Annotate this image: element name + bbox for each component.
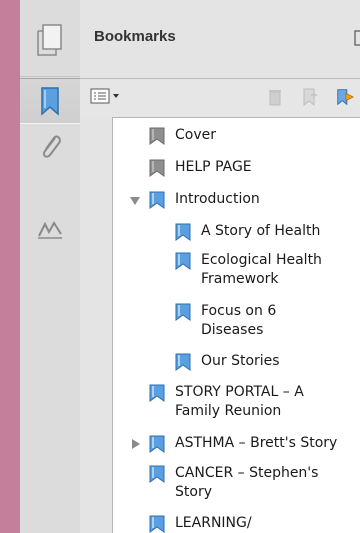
bookmark-item[interactable]: Ecological Health Framework — [174, 251, 356, 289]
bookmark-icon — [175, 353, 191, 371]
bookmark-item[interactable]: Focus on 6 Diseases — [174, 302, 314, 340]
panel-header: Bookmarks — [80, 0, 360, 79]
bookmark-page-icon — [149, 127, 165, 145]
bookmark-item[interactable]: ASTHMA – Brett's Story — [148, 434, 360, 454]
options-menu-icon[interactable] — [90, 87, 124, 105]
delete-icon[interactable] — [265, 86, 285, 108]
pdf-reader-window: Bookmarks Cover HELP PAGE Introduction A… — [20, 0, 360, 533]
bookmark-label: CANCER – Stephen's Story — [175, 465, 319, 500]
bookmark-label: Introduction — [175, 191, 260, 207]
collapse-triangle-icon[interactable] — [129, 195, 141, 207]
bookmark-page-icon — [149, 159, 165, 177]
bookmark-icon[interactable] — [20, 78, 80, 124]
panel-title: Bookmarks — [94, 28, 176, 45]
bookmark-label: Our Stories — [201, 353, 280, 369]
bookmark-label: Ecological Health Framework — [201, 252, 322, 287]
bookmark-icon — [175, 252, 191, 270]
bookmark-item[interactable]: Cover — [148, 126, 216, 146]
bookmark-icon — [175, 223, 191, 241]
expand-bookmark-icon[interactable] — [335, 86, 355, 108]
bookmark-label: HELP PAGE — [175, 159, 252, 175]
bookmark-item[interactable]: Introduction — [148, 190, 260, 210]
bookmark-item[interactable]: Our Stories — [174, 352, 280, 372]
bookmark-item[interactable]: STORY PORTAL – A Family Reunion — [148, 383, 353, 421]
bookmarks-toolbar — [80, 79, 360, 117]
bookmark-label: Cover — [175, 127, 216, 143]
bookmark-icon — [149, 465, 165, 483]
bookmarks-panel: Bookmarks Cover HELP PAGE Introduction A… — [80, 0, 360, 533]
bookmark-item[interactable]: A Story of Health — [174, 222, 354, 242]
signature-icon[interactable] — [30, 210, 70, 250]
bookmark-item[interactable]: CANCER – Stephen's Story — [148, 464, 338, 502]
bookmark-icon — [149, 435, 165, 453]
bookmark-item[interactable]: HELP PAGE — [148, 158, 252, 178]
pages-icon[interactable] — [30, 20, 70, 60]
bookmark-icon — [149, 384, 165, 402]
expand-triangle-icon[interactable] — [130, 438, 142, 450]
bookmark-label: A Story of Health — [201, 223, 321, 239]
bookmark-icon — [149, 515, 165, 533]
bookmark-label: Focus on 6 Diseases — [201, 303, 277, 338]
bookmark-icon — [149, 191, 165, 209]
bookmark-label: STORY PORTAL – A Family Reunion — [175, 384, 304, 419]
bookmark-item[interactable]: LEARNING/ — [148, 514, 252, 533]
new-bookmark-icon[interactable] — [300, 86, 320, 108]
bookmark-label: LEARNING/ — [175, 515, 252, 531]
bookmark-icon — [175, 303, 191, 321]
bookmark-label: ASTHMA – Brett's Story — [175, 435, 338, 451]
bookmarks-tree: Cover HELP PAGE Introduction A Story of … — [112, 117, 360, 533]
navigation-rail — [20, 0, 81, 533]
paperclip-icon[interactable] — [30, 127, 70, 167]
panel-options-icon[interactable] — [354, 30, 360, 46]
